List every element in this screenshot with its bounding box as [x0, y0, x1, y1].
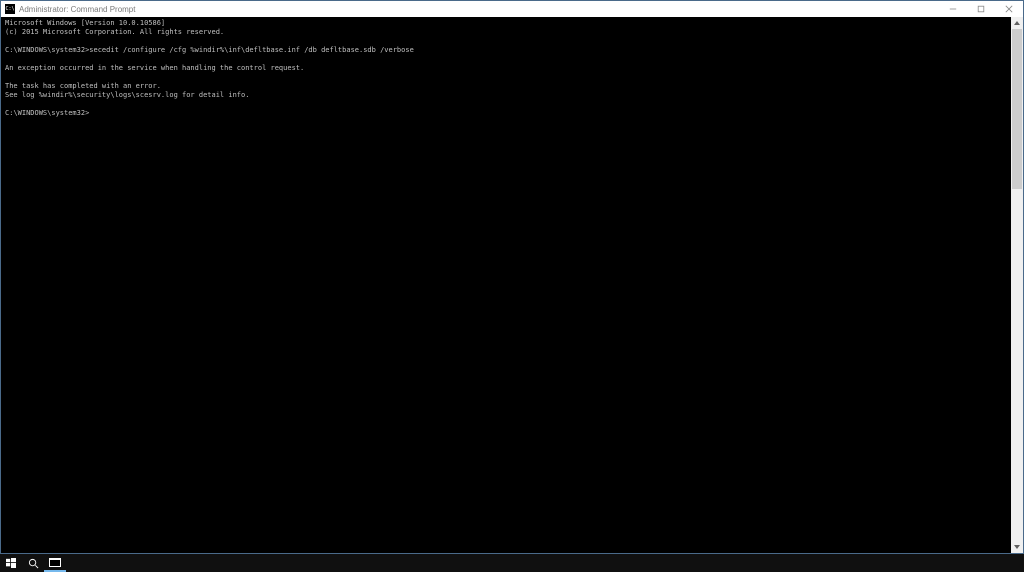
cmd-icon	[5, 4, 15, 14]
minimize-button[interactable]	[939, 1, 967, 17]
terminal-line	[5, 37, 1007, 46]
terminal-line: An exception occurred in the service whe…	[5, 64, 1007, 73]
terminal-line: The task has completed with an error.	[5, 82, 1007, 91]
client-area: Microsoft Windows [Version 10.0.10586](c…	[1, 17, 1023, 553]
scrollbar-track[interactable]	[1011, 29, 1023, 541]
command-prompt-window: Administrator: Command Prompt Microsoft …	[0, 0, 1024, 554]
terminal-line: C:\WINDOWS\system32>	[5, 109, 1007, 118]
terminal-line	[5, 73, 1007, 82]
start-button[interactable]	[0, 554, 22, 572]
taskbar-app-cmd[interactable]	[44, 554, 66, 572]
titlebar[interactable]: Administrator: Command Prompt	[1, 1, 1023, 17]
terminal-line	[5, 100, 1007, 109]
terminal-line: Microsoft Windows [Version 10.0.10586]	[5, 19, 1007, 28]
terminal-line: (c) 2015 Microsoft Corporation. All righ…	[5, 28, 1007, 37]
maximize-button[interactable]	[967, 1, 995, 17]
search-button[interactable]	[22, 554, 44, 572]
window-title: Administrator: Command Prompt	[19, 5, 135, 14]
vertical-scrollbar[interactable]	[1011, 17, 1023, 553]
terminal-output[interactable]: Microsoft Windows [Version 10.0.10586](c…	[1, 17, 1011, 553]
scrollbar-thumb[interactable]	[1012, 29, 1022, 189]
scroll-down-button[interactable]	[1011, 541, 1023, 553]
terminal-line: C:\WINDOWS\system32>secedit /configure /…	[5, 46, 1007, 55]
window-controls	[939, 1, 1023, 17]
close-button[interactable]	[995, 1, 1023, 17]
scroll-up-button[interactable]	[1011, 17, 1023, 29]
terminal-line: See log %windir%\security\logs\scesrv.lo…	[5, 91, 1007, 100]
taskbar[interactable]	[0, 554, 1024, 572]
terminal-line	[5, 55, 1007, 64]
